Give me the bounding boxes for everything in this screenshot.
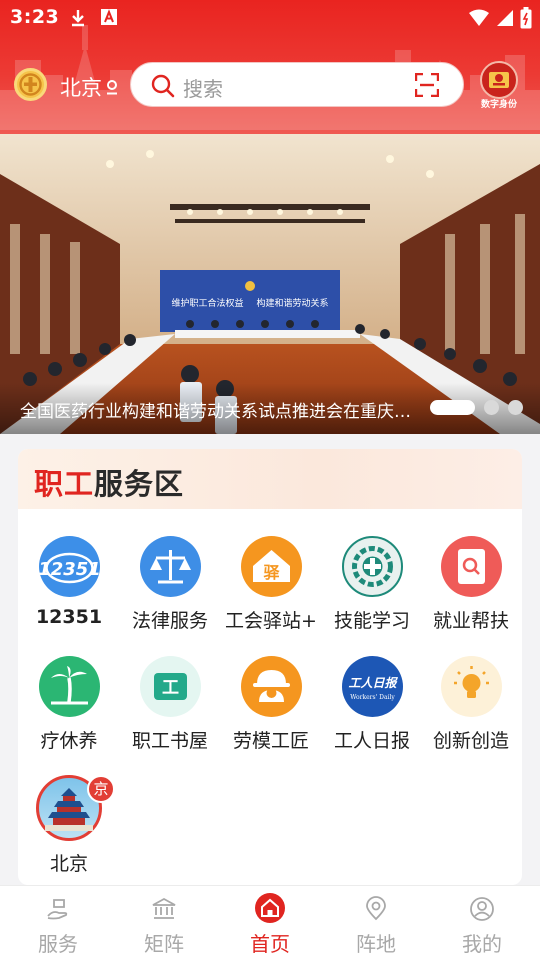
union-station-icon: 驿 — [241, 536, 302, 597]
union-emblem-icon — [19, 73, 42, 96]
nav-label: 阵地 — [356, 932, 396, 956]
banner-pagination — [430, 400, 523, 415]
skill-gear-icon — [342, 536, 403, 597]
legal-scales-icon — [140, 536, 201, 597]
banner-dot-3[interactable] — [508, 400, 523, 415]
service-item-label: 北京 — [49, 853, 88, 875]
workers-daily-icon: 工人日报 Workers' Daily — [342, 656, 403, 717]
service-hand-icon — [47, 899, 68, 920]
service-item-label: 劳模工匠 — [232, 730, 309, 752]
service-item-label: 疗休养 — [40, 730, 98, 752]
nav-tab-position[interactable]: 阵地 — [322, 886, 430, 960]
digital-id-label: 数字身份 — [480, 100, 517, 110]
service-item-employment[interactable]: 就业帮扶 — [421, 536, 521, 646]
location-pin-icon — [366, 896, 386, 921]
service-item-12351[interactable]: 12351 12351 — [19, 536, 119, 646]
top-header: 3:23 北京 搜索 数字身份 — [0, 0, 540, 135]
hotline-12351-icon: 12351 — [38, 536, 101, 597]
backdrop-text-left: 维护职工合法权益 — [172, 297, 244, 309]
service-item-workers-daily[interactable]: 工人日报 Workers' Daily 工人日报 — [322, 656, 422, 766]
lightbulb-icon — [441, 656, 502, 717]
worker-helmet-icon — [241, 656, 302, 717]
service-item-label: 技能学习 — [333, 610, 410, 632]
nav-tab-service[interactable]: 服务 — [4, 886, 112, 960]
service-item-bookhouse[interactable]: 工 职工书屋 — [120, 656, 220, 766]
backdrop-text-right: 构建和谐劳动关系 — [256, 297, 328, 309]
service-item-label: 职工书屋 — [131, 730, 208, 752]
profile-icon — [470, 897, 494, 921]
scan-icon[interactable] — [415, 73, 439, 97]
service-title-accent: 职工 — [34, 467, 95, 501]
search-icon — [151, 74, 175, 98]
service-item-skills[interactable]: 技能学习 — [322, 536, 422, 646]
service-item-label: 就业帮扶 — [432, 610, 509, 632]
bank-building-icon — [152, 897, 176, 919]
service-item-label: 创新创造 — [432, 730, 509, 752]
city-name: 北京 — [60, 76, 102, 100]
service-item-sanatorium[interactable]: 疗休养 — [19, 656, 119, 766]
service-item-label: 工会驿站+ — [225, 610, 317, 632]
banner-dot-2[interactable] — [484, 400, 499, 415]
nav-tab-mine[interactable]: 我的 — [428, 886, 536, 960]
nav-label: 我的 — [462, 932, 502, 956]
service-area-title: 职工服务区 — [34, 461, 184, 503]
service-item-legal[interactable]: 法律服务 — [120, 536, 220, 646]
service-item-label: 12351 — [35, 606, 103, 628]
digital-id-button[interactable]: 数字身份 — [478, 61, 520, 111]
job-search-icon — [441, 536, 502, 597]
nav-tab-matrix[interactable]: 矩阵 — [110, 886, 218, 960]
svg-text:Workers' Daily: Workers' Daily — [350, 694, 395, 701]
service-title-rest: 服务区 — [94, 467, 185, 501]
svg-text:工: 工 — [162, 678, 179, 698]
union-logo[interactable] — [14, 68, 47, 101]
nav-tab-home[interactable]: 首页 — [216, 886, 324, 960]
service-item-innovation[interactable]: 创新创造 — [421, 656, 521, 766]
digital-id-icon — [480, 61, 518, 99]
bookhouse-icon: 工 — [140, 656, 201, 717]
nav-label: 矩阵 — [144, 932, 184, 956]
palm-tree-icon — [39, 656, 100, 717]
status-time: 3:23 — [10, 6, 60, 28]
service-item-label: 工人日报 — [333, 730, 410, 752]
svg-text:工人日报: 工人日报 — [348, 676, 398, 690]
status-bar: 3:23 — [0, 0, 540, 36]
service-item-union-station[interactable]: 驿 工会驿站+ — [221, 536, 321, 646]
svg-text:驿: 驿 — [263, 563, 280, 582]
beijing-badge: 京 — [87, 775, 115, 803]
worker-service-area: 职工服务区 12351 12351 法律服务 驿 工会驿站+ 技能学习 就业帮扶… — [18, 449, 522, 885]
text-app-icon — [101, 9, 117, 25]
city-selector[interactable]: 北京 — [60, 72, 119, 102]
nav-label: 服务 — [38, 932, 78, 956]
download-icon — [72, 10, 84, 27]
bottom-navigation: 服务 矩阵 首页 阵地 我的 — [0, 885, 540, 960]
svg-text:12351: 12351 — [39, 559, 100, 580]
signal-icon — [497, 10, 513, 26]
battery-icon — [520, 7, 532, 29]
banner-caption[interactable]: 全国医药行业构建和谐劳动关系试点推进会在重庆召开 — [20, 397, 420, 422]
nav-label: 首页 — [250, 932, 290, 956]
service-item-model-workers[interactable]: 劳模工匠 — [221, 656, 321, 766]
search-input[interactable]: 搜索 — [130, 62, 464, 107]
service-item-beijing[interactable]: 京 北京 — [19, 775, 119, 885]
banner-dot-1[interactable] — [430, 400, 475, 415]
search-placeholder: 搜索 — [183, 77, 223, 101]
service-area-header: 职工服务区 — [18, 449, 522, 509]
service-item-label: 法律服务 — [131, 610, 208, 632]
location-pin-icon — [107, 80, 117, 95]
home-icon — [255, 893, 285, 923]
wifi-icon — [469, 9, 489, 26]
